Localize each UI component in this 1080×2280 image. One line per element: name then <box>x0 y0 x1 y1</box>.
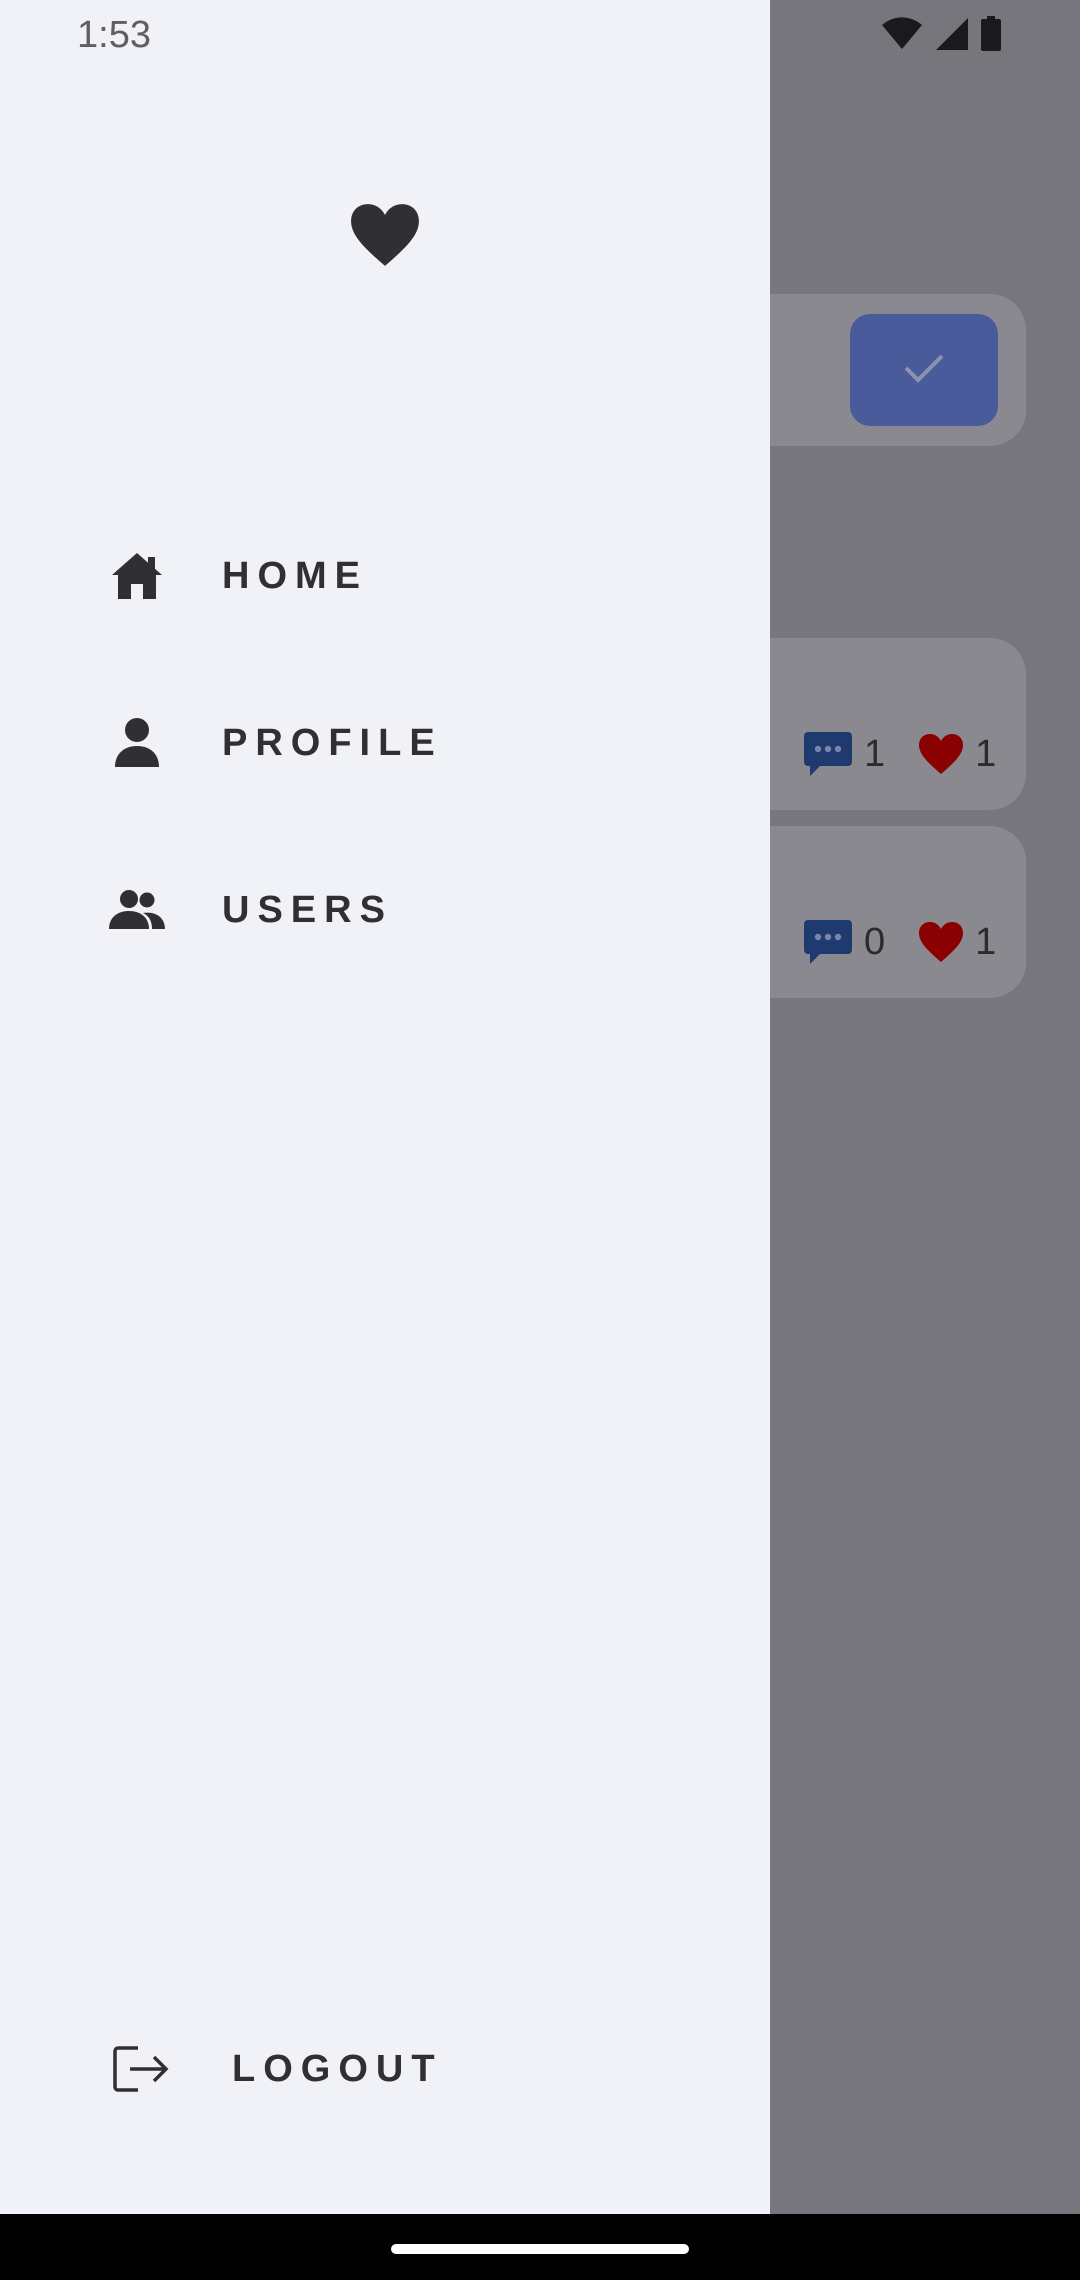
drawer-item-label: PROFILE <box>222 721 443 764</box>
status-icons <box>880 16 1012 57</box>
comment-count-value: 1 <box>864 732 886 775</box>
home-icon <box>108 547 166 605</box>
heart-icon <box>919 922 964 962</box>
wifi-icon <box>880 17 924 56</box>
comment-count-value: 0 <box>864 920 886 963</box>
drawer-item-users[interactable]: USERS <box>108 870 668 950</box>
heart-icon <box>348 200 422 270</box>
comment-icon <box>804 732 852 776</box>
cellular-signal-icon <box>934 16 970 57</box>
like-count-value: 1 <box>975 920 997 963</box>
check-icon <box>902 351 946 390</box>
comment-icon <box>804 920 852 964</box>
drawer-item-profile[interactable]: PROFILE <box>108 703 668 783</box>
person-icon <box>108 714 166 772</box>
battery-icon <box>980 16 1002 57</box>
like-count[interactable]: 1 <box>917 920 996 964</box>
home-indicator[interactable] <box>391 2244 689 2254</box>
drawer-item-label: LOGOUT <box>232 2047 443 2090</box>
group-icon <box>108 881 166 939</box>
like-count-value: 1 <box>975 732 997 775</box>
like-count[interactable]: 1 <box>917 732 996 776</box>
drawer-item-logout[interactable]: LOGOUT <box>112 2029 672 2109</box>
drawer-item-label: HOME <box>222 554 368 597</box>
confirm-button[interactable] <box>850 314 998 426</box>
post-stats: 1 1 <box>802 730 1028 778</box>
logout-icon <box>112 2040 170 2098</box>
post-stats: 0 1 <box>802 918 1028 966</box>
comment-count[interactable]: 1 <box>802 730 885 778</box>
status-time: 1:53 <box>77 14 151 56</box>
system-navigation-bar <box>0 2214 1080 2280</box>
comment-count[interactable]: 0 <box>802 918 885 966</box>
drawer-item-label: USERS <box>222 888 393 931</box>
navigation-drawer: 1:53 HOME PROFILE USERS LOGOUT <box>0 0 770 2214</box>
drawer-item-home[interactable]: HOME <box>108 536 668 616</box>
heart-icon <box>919 734 964 774</box>
